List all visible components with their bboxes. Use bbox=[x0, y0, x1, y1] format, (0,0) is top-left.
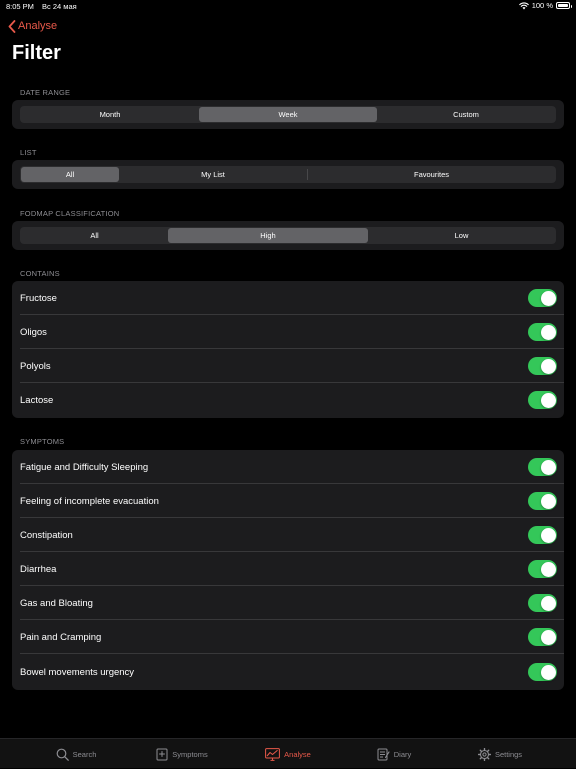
contains-header: CONTAINS bbox=[20, 269, 60, 278]
symptom-row-bowel-urgency: Bowel movements urgency bbox=[12, 655, 564, 689]
diary-icon bbox=[377, 748, 390, 760]
tab-label: Settings bbox=[494, 749, 523, 759]
segment-all-list[interactable]: All bbox=[21, 167, 119, 182]
symptoms-icon bbox=[156, 748, 168, 760]
row-label: Pain and Cramping bbox=[20, 631, 102, 643]
wifi-icon bbox=[518, 1, 529, 9]
segment-all-fodmap[interactable]: All bbox=[21, 228, 168, 243]
symptom-row-diarrhea: Diarrhea bbox=[12, 552, 564, 586]
lactose-toggle[interactable] bbox=[528, 391, 557, 409]
list-header: LIST bbox=[20, 148, 37, 157]
symptoms-card: Fatigue and Difficulty Sleeping Feeling … bbox=[12, 450, 564, 690]
row-label: Polyols bbox=[20, 360, 51, 372]
contains-card: Fructose Oligos Polyols Lactose bbox=[12, 281, 564, 418]
row-label: Fatigue and Difficulty Sleeping bbox=[20, 461, 149, 473]
contains-row-fructose: Fructose bbox=[12, 281, 564, 315]
row-label: Diarrhea bbox=[20, 563, 57, 575]
row-label: Constipation bbox=[20, 529, 73, 541]
tab-search[interactable]: Search bbox=[23, 739, 129, 769]
bowel-urgency-toggle[interactable] bbox=[528, 663, 557, 681]
tab-settings[interactable]: Settings bbox=[447, 739, 553, 769]
back-button-label: Analyse bbox=[18, 20, 58, 32]
back-button[interactable]: Analyse bbox=[8, 18, 57, 34]
tab-label: Search bbox=[72, 749, 97, 759]
chevron-left-icon bbox=[8, 19, 16, 33]
tab-symptoms[interactable]: Symptoms bbox=[129, 739, 235, 769]
pain-cramping-toggle[interactable] bbox=[528, 628, 557, 646]
analyse-icon bbox=[265, 747, 281, 761]
date-range-header: DATE RANGE bbox=[20, 88, 71, 97]
symptom-row-pain-cramping: Pain and Cramping bbox=[12, 620, 564, 654]
symptoms-header: SYMPTOMS bbox=[20, 437, 65, 446]
tab-diary[interactable]: Diary bbox=[341, 739, 447, 769]
segment-month[interactable]: Month bbox=[21, 107, 199, 122]
segment-my-list[interactable]: My List bbox=[119, 167, 307, 182]
row-label: Oligos bbox=[20, 326, 47, 338]
fodmap-header: FODMAP CLASSIFICATION bbox=[20, 209, 120, 218]
contains-row-polyols: Polyols bbox=[12, 349, 564, 383]
incomplete-evacuation-toggle[interactable] bbox=[528, 492, 557, 510]
tab-bar: Search Symptoms Analyse Diary Settings bbox=[0, 738, 576, 768]
tab-label: Analyse bbox=[284, 749, 311, 759]
row-label: Bowel movements urgency bbox=[20, 666, 135, 678]
fatigue-toggle[interactable] bbox=[528, 458, 557, 476]
segment-favourites[interactable]: Favourites bbox=[308, 167, 555, 182]
polyols-toggle[interactable] bbox=[528, 357, 557, 375]
segment-low[interactable]: Low bbox=[368, 228, 555, 243]
page-title: Filter bbox=[12, 42, 61, 64]
battery-percent: 100 % bbox=[531, 1, 553, 10]
date-range-segmented-control: Month Week Custom bbox=[20, 106, 556, 123]
status-time: 8:05 PM bbox=[6, 2, 34, 11]
fructose-toggle[interactable] bbox=[528, 289, 557, 307]
status-left: 8:05 PM Вс 24 мая bbox=[6, 2, 83, 11]
status-right: 100 % bbox=[518, 1, 572, 10]
row-separator bbox=[20, 653, 564, 654]
gear-icon bbox=[477, 747, 491, 761]
fodmap-segmented-control: All High Low bbox=[20, 227, 556, 244]
tab-analyse[interactable]: Analyse bbox=[235, 739, 341, 769]
tab-label: Diary bbox=[393, 749, 412, 759]
oligos-toggle[interactable] bbox=[528, 323, 557, 341]
gas-bloating-toggle[interactable] bbox=[528, 594, 557, 612]
row-label: Gas and Bloating bbox=[20, 597, 93, 609]
segment-high[interactable]: High bbox=[168, 228, 368, 243]
status-bar: 8:05 PM Вс 24 мая 100 % bbox=[0, 0, 576, 12]
symptom-row-constipation: Constipation bbox=[12, 518, 564, 552]
fodmap-card: All High Low bbox=[12, 221, 564, 250]
symptom-row-incomplete-evacuation: Feeling of incomplete evacuation bbox=[12, 484, 564, 518]
list-card: All My List Favourites bbox=[12, 160, 564, 189]
row-label: Feeling of incomplete evacuation bbox=[20, 495, 159, 507]
contains-row-oligos: Oligos bbox=[12, 315, 564, 349]
segment-week[interactable]: Week bbox=[199, 107, 377, 122]
diarrhea-toggle[interactable] bbox=[528, 560, 557, 578]
date-range-card: Month Week Custom bbox=[12, 100, 564, 129]
search-icon bbox=[56, 748, 69, 761]
segment-custom[interactable]: Custom bbox=[377, 107, 555, 122]
constipation-toggle[interactable] bbox=[528, 526, 557, 544]
status-date: Вс 24 мая bbox=[42, 2, 77, 11]
list-segmented-control: All My List Favourites bbox=[20, 166, 556, 183]
tab-label: Symptoms bbox=[172, 749, 208, 759]
contains-row-lactose: Lactose bbox=[12, 383, 564, 417]
battery-icon bbox=[556, 2, 572, 9]
symptom-row-fatigue: Fatigue and Difficulty Sleeping bbox=[12, 450, 564, 484]
symptom-row-gas-bloating: Gas and Bloating bbox=[12, 586, 564, 620]
row-label: Lactose bbox=[20, 394, 54, 406]
row-label: Fructose bbox=[20, 292, 57, 304]
